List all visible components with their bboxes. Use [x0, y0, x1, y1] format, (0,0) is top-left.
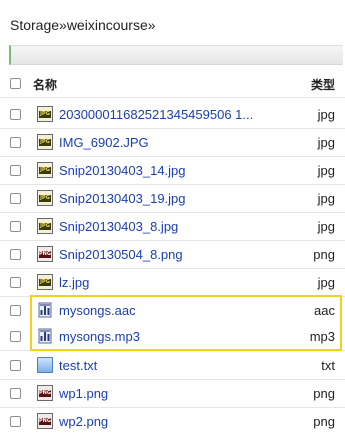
file-name-link[interactable]: Snip20130403_14.jpg	[59, 163, 186, 178]
file-type: jpg	[317, 191, 335, 206]
file-type: png	[313, 414, 335, 429]
file-name-link[interactable]: Snip20130504_8.png	[59, 247, 183, 262]
row-checkbox[interactable]	[10, 137, 21, 148]
file-row[interactable]: mysongs.mp3 mp3	[0, 323, 345, 351]
file-list-header: 名称 类型	[0, 70, 345, 98]
row-checkbox[interactable]	[10, 109, 21, 120]
file-name-link[interactable]: mysongs.mp3	[59, 329, 140, 344]
breadcrumb[interactable]: Storage»weixincourse»	[10, 17, 156, 33]
file-type: txt	[321, 358, 335, 373]
file-type: mp3	[309, 329, 335, 344]
row-checkbox[interactable]	[10, 331, 21, 342]
png-file-icon: PNG	[37, 246, 53, 262]
jpg-file-icon: JPG	[37, 190, 53, 206]
file-row[interactable]: test.txt txt	[0, 352, 345, 380]
jpg-file-icon: JPG	[37, 162, 53, 178]
file-row[interactable]: mysongs.aac aac	[0, 297, 345, 325]
select-all-checkbox[interactable]	[10, 78, 21, 89]
row-checkbox[interactable]	[10, 193, 21, 204]
row-checkbox[interactable]	[10, 165, 21, 176]
jpg-file-icon: JPG	[37, 134, 53, 150]
file-type: jpg	[317, 219, 335, 234]
file-type: png	[313, 386, 335, 401]
file-row[interactable]: JPG Snip20130403_14.jpg jpg	[0, 157, 345, 185]
file-type: jpg	[317, 163, 335, 178]
file-row[interactable]: PNG wp1.png png	[0, 380, 345, 408]
column-header-name[interactable]: 名称	[33, 76, 57, 93]
jpg-file-icon: JPG	[37, 274, 53, 290]
row-checkbox[interactable]	[10, 416, 21, 427]
row-checkbox[interactable]	[10, 221, 21, 232]
audio-file-icon	[37, 328, 53, 344]
file-row[interactable]: JPG lz.jpg jpg	[0, 269, 345, 297]
file-name-link[interactable]: lz.jpg	[59, 275, 89, 290]
file-type: jpg	[317, 107, 335, 122]
jpg-file-icon: JPG	[37, 218, 53, 234]
row-checkbox[interactable]	[10, 305, 21, 316]
audio-file-icon	[37, 302, 53, 318]
file-type: aac	[314, 303, 335, 318]
column-header-type[interactable]: 类型	[311, 76, 335, 93]
file-row[interactable]: JPG 203000011682521345459506 1... jpg	[0, 101, 345, 129]
file-row[interactable]: PNG wp2.png png	[0, 408, 345, 436]
row-checkbox[interactable]	[10, 277, 21, 288]
file-name-link[interactable]: wp2.png	[59, 414, 108, 429]
file-type: png	[313, 247, 335, 262]
text-file-icon	[37, 357, 53, 373]
file-name-link[interactable]: 203000011682521345459506 1...	[59, 107, 253, 122]
file-name-link[interactable]: test.txt	[59, 358, 97, 373]
png-file-icon: PNG	[37, 385, 53, 401]
file-name-link[interactable]: Snip20130403_8.jpg	[59, 219, 178, 234]
file-row[interactable]: PNG Snip20130504_8.png png	[0, 241, 345, 269]
file-name-link[interactable]: Snip20130403_19.jpg	[59, 191, 186, 206]
row-checkbox[interactable]	[10, 360, 21, 371]
file-type: jpg	[317, 275, 335, 290]
file-name-link[interactable]: IMG_6902.JPG	[59, 135, 149, 150]
png-file-icon: PNG	[37, 413, 53, 429]
file-row[interactable]: JPG IMG_6902.JPG jpg	[0, 129, 345, 157]
toolbar-bar	[9, 45, 343, 65]
file-type: jpg	[317, 135, 335, 150]
file-name-link[interactable]: wp1.png	[59, 386, 108, 401]
file-row[interactable]: JPG Snip20130403_19.jpg jpg	[0, 185, 345, 213]
row-checkbox[interactable]	[10, 249, 21, 260]
file-row[interactable]: JPG Snip20130403_8.jpg jpg	[0, 213, 345, 241]
file-name-link[interactable]: mysongs.aac	[59, 303, 136, 318]
row-checkbox[interactable]	[10, 388, 21, 399]
jpg-file-icon: JPG	[37, 106, 53, 122]
